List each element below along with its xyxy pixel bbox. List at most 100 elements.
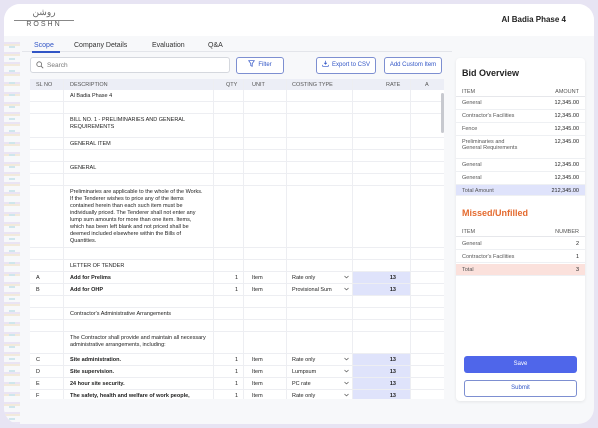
table-row: 13 D Site supervision. 1 Item Lumpsum [30,366,444,378]
bid-item-amount: 12,345.00 [554,175,579,181]
costing-type-select[interactable]: PC rate [292,381,311,387]
logo-arabic: روشن [32,8,56,18]
costing-type-select[interactable]: Provisional Sum [292,287,332,293]
table-row: 13 A Add for Prelims 1 Item Rate only [30,272,444,284]
table-row [30,296,444,308]
tab-evaluation[interactable]: Evaluation [152,42,185,49]
costing-type-select[interactable]: Rate only [292,357,315,363]
column-divider [410,79,411,399]
missed-col-number: NUMBER [555,229,579,235]
table-row: Contractor's Administrative Arrangements [30,308,444,320]
tab-qa[interactable]: Q&A [208,42,223,49]
table-row [30,320,444,332]
filter-icon [248,60,256,67]
bid-overview-panel: Bid Overview ITEM AMOUNT General 12,345.0… [456,58,585,401]
row-description: 24 hour site security. [70,381,125,387]
tab-scope[interactable]: Scope [34,42,54,49]
chevron-down-icon [344,381,349,385]
bid-overview-row: General 12,345.00 [456,172,585,185]
save-button[interactable]: Save [464,356,577,373]
bid-item-amount: 12,345.00 [554,162,579,168]
row-qty: 1 [235,381,239,387]
table-row: 13 F The safety, health and welfare of wor… [30,390,444,399]
bid-item-amount: 12,345.00 [554,139,579,145]
missed-item-name: Contractor's Facilities [462,254,515,260]
col-unit: UNIT [252,82,265,88]
rate-input[interactable]: 13 [352,284,410,295]
search-icon [36,61,44,69]
bid-item-name: General [462,100,482,106]
bid-overview-row: Fence 12,345.00 [456,123,585,136]
rate-input[interactable]: 13 [352,354,410,365]
col-description: DESCRIPTION [70,82,108,88]
row-sl-no: E [36,381,40,387]
filter-button[interactable]: Filter [236,57,284,74]
rate-input[interactable]: 13 [352,390,410,399]
row-unit: Item [252,381,263,387]
table-row: Preliminaries are applicable to the whol… [30,186,444,248]
rate-value: 13 [389,381,396,387]
project-title: Al Badia Phase 4 [501,15,566,24]
missed-row: General 2 [456,237,585,250]
chevron-down-icon [344,393,349,397]
missed-header: ITEM NUMBER [456,226,585,237]
export-csv-button[interactable]: Export to CSV [316,57,376,74]
missed-unfilled-title: Missed/Unfilled [462,208,529,218]
add-custom-label: Add Custom Item [389,62,437,68]
row-description: LETTER OF TENDER [70,263,125,269]
bid-overview-row: General 12,345.00 [456,97,585,110]
missed-total-value: 3 [575,267,579,273]
row-qty: 1 [235,369,239,375]
row-sl-no: B [36,287,40,293]
bid-overview-title: Bid Overview [462,68,520,78]
row-description: GENERAL [70,165,97,171]
row-qty: 1 [235,357,239,363]
logo-english: ROSHN [26,21,62,28]
row-qty: 1 [235,275,239,281]
costing-type-select[interactable]: Rate only [292,275,315,281]
table-scrollbar[interactable] [441,93,444,133]
rate-value: 13 [389,393,396,399]
row-description: Preliminaries are applicable to the whol… [70,189,203,244]
row-sl-no: D [36,369,40,375]
tab-company-details[interactable]: Company Details [74,42,127,49]
row-sl-no: F [36,393,40,399]
rate-input[interactable]: 13 [352,366,410,377]
bid-col-amount: AMOUNT [555,89,579,95]
rate-input[interactable]: 13 [352,272,410,283]
chevron-down-icon [344,369,349,373]
table-row [30,248,444,260]
table-row: The Contractor shall provide and maintai… [30,332,444,354]
column-divider [63,79,64,399]
rate-value: 13 [389,275,396,281]
search-placeholder: Search [47,62,68,69]
costing-type-select[interactable]: Rate only [292,393,315,399]
bid-item-amount: 12,345.00 [554,100,579,106]
col-costing-type: COSTING TYPE [292,82,333,88]
search-input[interactable]: Search [30,57,230,73]
column-divider [243,79,244,399]
col-amount-partial: A [425,82,429,88]
submit-button[interactable]: Submit [464,380,577,397]
add-custom-item-button[interactable]: Add Custom Item [384,57,442,74]
scope-table: SL NO DESCRIPTION QTY UNIT COSTING TYPE … [30,79,444,399]
missed-row: Contractor's Facilities 1 [456,250,585,263]
table-row: 13 C Site administration. 1 Item Rate only [30,354,444,366]
col-sl-no: SL NO [36,82,53,88]
row-unit: Item [252,393,263,399]
bid-item-name: Preliminaries and General Requirements [462,139,518,151]
row-description: GENERAL ITEM [70,141,111,147]
row-unit: Item [252,357,263,363]
tab-bar: Scope Company Details Evaluation Q&A [22,36,452,53]
bid-total-value: 212,345.00 [551,188,579,194]
row-description: Al Badia Phase 4 [70,93,113,99]
bid-total-row: Total Amount 212,345.00 [456,185,585,196]
rate-value: 13 [389,357,396,363]
roshn-logo[interactable]: روشن ROSHN [14,8,74,32]
rate-input[interactable]: 13 [352,378,410,389]
row-sl-no: A [36,275,40,281]
rate-value: 13 [389,287,396,293]
export-label: Export to CSV [331,62,370,68]
costing-type-select[interactable]: Lumpsum [292,369,316,375]
bid-overview-row: General 12,345.00 [456,159,585,172]
